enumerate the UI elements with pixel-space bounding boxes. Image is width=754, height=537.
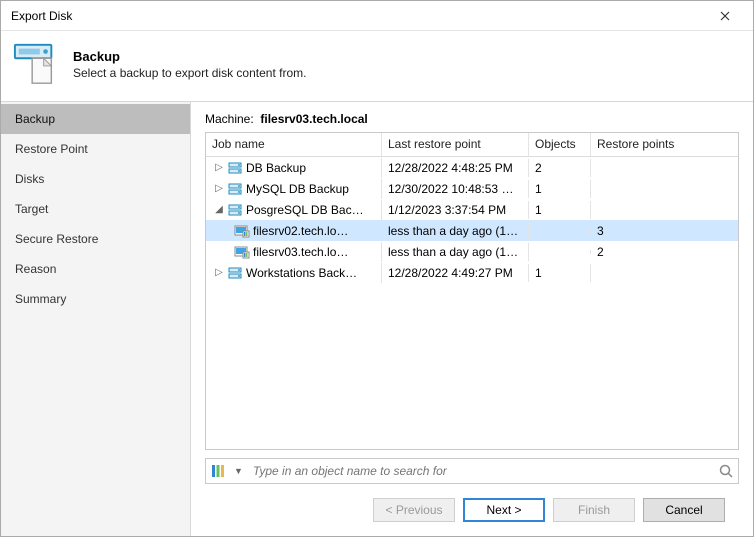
row-last-restore: 12/28/2022 4:48:25 PM <box>382 159 529 177</box>
row-objects: 2 <box>529 159 591 177</box>
row-name: DB Backup <box>246 161 306 175</box>
expander-icon[interactable]: ▷ <box>214 183 224 194</box>
row-last-restore: less than a day ago (1… <box>382 222 529 240</box>
sidebar-item-disks[interactable]: Disks <box>1 164 190 194</box>
sidebar-item-summary[interactable]: Summary <box>1 284 190 314</box>
col-job-name[interactable]: Job name <box>206 133 382 156</box>
window-title: Export Disk <box>11 9 705 23</box>
sidebar-item-reason[interactable]: Reason <box>1 254 190 284</box>
wizard-banner: Backup Select a backup to export disk co… <box>1 31 753 102</box>
row-last-restore: 12/28/2022 4:49:27 PM <box>382 264 529 282</box>
finish-button: Finish <box>553 498 635 522</box>
col-last-restore[interactable]: Last restore point <box>382 133 529 156</box>
grid-job-row[interactable]: ▷ Workstations Back… 12/28/2022 4:49:27 PM… <box>206 262 738 283</box>
job-icon <box>227 202 243 218</box>
search-input[interactable] <box>251 463 712 479</box>
row-name: PosgreSQL DB Bac… <box>246 203 364 217</box>
machine-value: filesrv03.tech.local <box>260 112 367 126</box>
sidebar-item-backup[interactable]: Backup <box>1 104 190 134</box>
row-restore-points <box>591 208 738 212</box>
row-name: MySQL DB Backup <box>246 182 349 196</box>
row-objects: 1 <box>529 264 591 282</box>
cancel-button[interactable]: Cancel <box>643 498 725 522</box>
grid-child-row[interactable]: filesrv03.tech.lo… less than a day ago (1… <box>206 241 738 262</box>
grid-body: ▷DB Backup12/28/2022 4:48:25 PM2▷MySQL D… <box>206 157 738 449</box>
search-icon[interactable] <box>718 463 734 479</box>
grid-header: Job name Last restore point Objects Rest… <box>206 133 738 157</box>
row-restore-points <box>591 166 738 170</box>
sidebar-item-secure-restore[interactable]: Secure Restore <box>1 224 190 254</box>
row-restore-points: 2 <box>591 243 738 261</box>
row-restore-points <box>591 187 738 191</box>
machine-line: Machine: filesrv03.tech.local <box>205 112 739 126</box>
row-objects <box>529 229 591 233</box>
grid-job-row[interactable]: ◢ PosgreSQL DB Bac… 1/12/2023 3:37:54 PM1 <box>206 199 738 220</box>
wizard-sidebar: BackupRestore PointDisksTargetSecure Res… <box>1 102 191 536</box>
col-restore-points[interactable]: Restore points <box>591 133 738 156</box>
row-name: Workstations Back… <box>246 266 357 280</box>
row-name: filesrv03.tech.lo… <box>253 245 348 259</box>
expander-icon[interactable]: ▷ <box>214 267 224 278</box>
expander-icon[interactable]: ▷ <box>214 162 224 173</box>
close-icon <box>720 11 730 21</box>
machine-label: Machine: <box>205 112 254 126</box>
sidebar-item-target[interactable]: Target <box>1 194 190 224</box>
expander-icon[interactable]: ◢ <box>214 204 224 215</box>
grid-job-row[interactable]: ▷ MySQL DB Backup 12/30/2022 10:48:53 …1 <box>206 178 738 199</box>
vm-icon <box>234 244 250 260</box>
vm-icon <box>234 223 250 239</box>
filter-dropdown-icon[interactable]: ▼ <box>232 466 245 476</box>
title-bar: Export Disk <box>1 1 753 31</box>
col-objects[interactable]: Objects <box>529 133 591 156</box>
job-icon <box>227 160 243 176</box>
close-button[interactable] <box>705 2 745 30</box>
next-button[interactable]: Next > <box>463 498 545 522</box>
row-objects: 1 <box>529 180 591 198</box>
row-restore-points <box>591 271 738 275</box>
grid-child-row[interactable]: filesrv02.tech.lo… less than a day ago (1… <box>206 220 738 241</box>
filter-icon[interactable] <box>210 463 226 479</box>
backup-grid: Job name Last restore point Objects Rest… <box>205 132 739 450</box>
previous-button: < Previous <box>373 498 455 522</box>
row-last-restore: 1/12/2023 3:37:54 PM <box>382 201 529 219</box>
job-icon <box>227 265 243 281</box>
banner-heading: Backup <box>73 49 306 64</box>
row-objects <box>529 250 591 254</box>
job-icon <box>227 181 243 197</box>
backup-disk-icon <box>13 41 59 87</box>
wizard-footer: < Previous Next > Finish Cancel <box>205 484 739 536</box>
search-bar: ▼ <box>205 458 739 484</box>
row-objects: 1 <box>529 201 591 219</box>
row-name: filesrv02.tech.lo… <box>253 224 348 238</box>
banner-sub: Select a backup to export disk content f… <box>73 66 306 80</box>
row-restore-points: 3 <box>591 222 738 240</box>
row-last-restore: less than a day ago (1… <box>382 243 529 261</box>
sidebar-item-restore-point[interactable]: Restore Point <box>1 134 190 164</box>
row-last-restore: 12/30/2022 10:48:53 … <box>382 180 529 198</box>
grid-job-row[interactable]: ▷ DB Backup 12/28/2022 4:48:25 PM2 <box>206 157 738 178</box>
